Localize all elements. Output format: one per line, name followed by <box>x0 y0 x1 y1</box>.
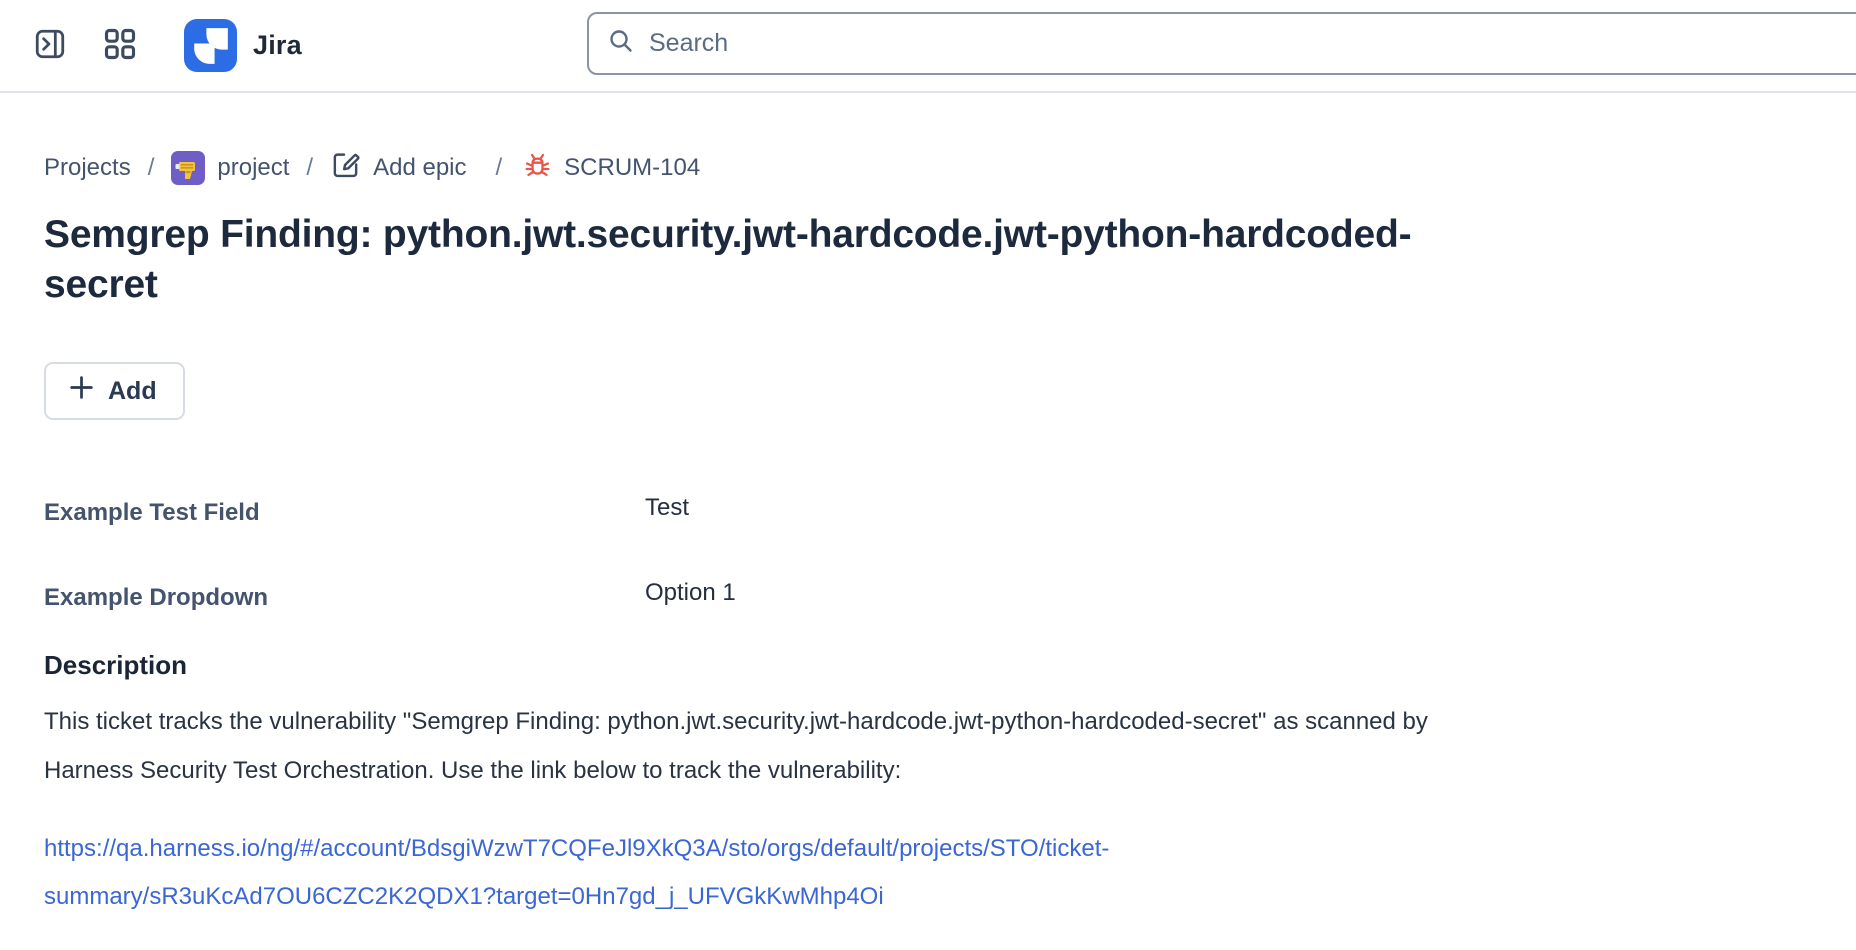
breadcrumb-project[interactable]: project <box>171 151 289 185</box>
breadcrumb-add-epic[interactable]: Add epic <box>330 149 466 187</box>
breadcrumb-projects[interactable]: Projects <box>44 154 131 182</box>
breadcrumb-issue-key[interactable]: SCRUM-104 <box>523 150 700 186</box>
custom-fields: Example Test Field Test Example Dropdown… <box>44 494 1812 612</box>
search-icon <box>607 27 635 60</box>
bug-icon <box>523 150 552 186</box>
plus-icon <box>68 374 95 408</box>
field-value-example-test-field[interactable]: Test <box>645 494 1812 522</box>
jira-home-link[interactable]: Jira <box>184 19 302 72</box>
description-text: This ticket tracks the vulnerability "Se… <box>44 697 1812 795</box>
app-switcher-button[interactable] <box>100 26 140 66</box>
project-avatar-icon <box>171 151 205 185</box>
field-label: Example Dropdown <box>44 579 645 612</box>
add-button-label: Add <box>108 377 157 406</box>
description-heading: Description <box>44 650 1812 681</box>
breadcrumb-separator: / <box>306 154 313 182</box>
issue-view: Projects / project / <box>0 150 1856 921</box>
field-label: Example Test Field <box>44 494 645 527</box>
breadcrumb: Projects / project / <box>44 150 1812 186</box>
top-navigation-bar: Jira <box>0 0 1856 93</box>
app-name: Jira <box>253 30 302 61</box>
breadcrumb-separator: / <box>496 154 503 182</box>
panel-expand-icon <box>33 27 67 64</box>
edit-pencil-icon <box>330 149 361 187</box>
global-search[interactable] <box>587 12 1856 75</box>
grid-apps-icon <box>102 26 138 65</box>
sidebar-expand-button[interactable] <box>30 26 70 66</box>
vulnerability-link[interactable]: https://qa.harness.io/ng/#/account/Bdsgi… <box>44 825 1812 921</box>
jira-logo-icon <box>184 19 237 72</box>
description-section: Description This ticket tracks the vulne… <box>44 650 1812 921</box>
field-value-example-dropdown[interactable]: Option 1 <box>645 579 1812 607</box>
breadcrumb-separator: / <box>148 154 155 182</box>
issue-title[interactable]: Semgrep Finding: python.jwt.security.jwt… <box>44 210 1812 310</box>
add-button[interactable]: Add <box>44 362 185 420</box>
search-input[interactable] <box>649 29 1856 58</box>
